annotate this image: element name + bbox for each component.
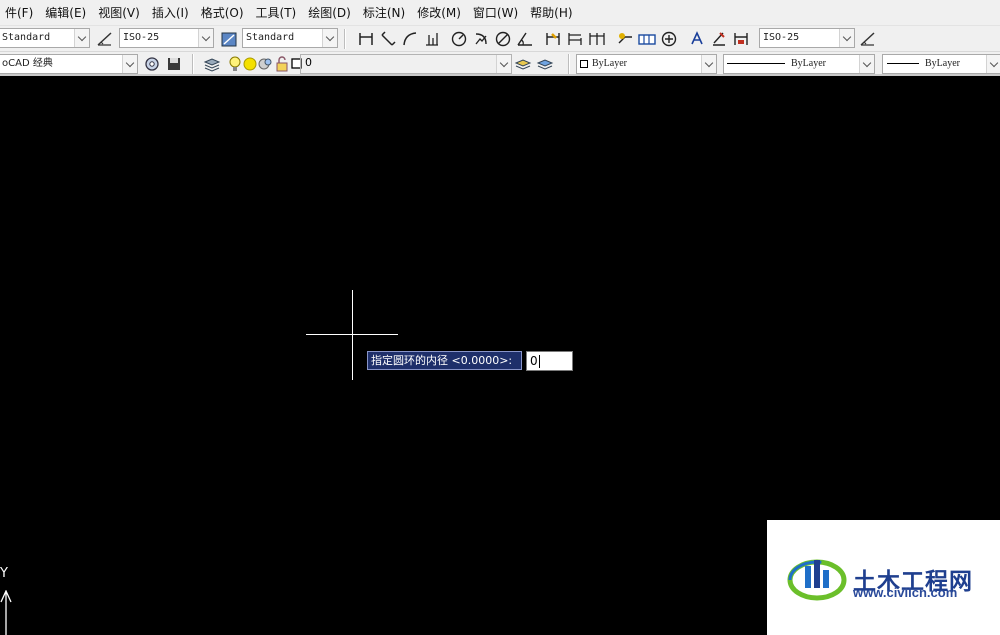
dim-aligned-icon[interactable] xyxy=(378,29,398,49)
text-style-combo[interactable]: Standard xyxy=(0,28,90,48)
menu-format[interactable]: 格式(O) xyxy=(196,4,251,21)
chevron-down-icon[interactable] xyxy=(859,55,874,73)
workspace-settings-icon[interactable] xyxy=(142,54,162,74)
workspace-combo[interactable]: oCAD 经典 xyxy=(0,54,138,74)
dim-ordinate-icon[interactable] xyxy=(422,29,442,49)
table-style-value: Standard xyxy=(246,32,295,43)
layer-previous-icon[interactable] xyxy=(535,54,555,74)
styles-toolbar: Standard ISO-25 Standard ISO-25 xyxy=(0,26,1000,52)
linetype-preview xyxy=(727,63,785,65)
color-combo[interactable]: ByLayer xyxy=(576,54,717,74)
chevron-down-icon[interactable] xyxy=(122,55,137,73)
save-workspace-icon[interactable] xyxy=(164,54,184,74)
dynamic-input-value: 0 xyxy=(530,354,538,368)
crosshair-vertical xyxy=(352,290,353,380)
color-swatch xyxy=(580,59,588,68)
text-style-value: Standard xyxy=(2,32,51,43)
tolerance-icon[interactable] xyxy=(637,29,657,49)
menu-dimension[interactable]: 标注(N) xyxy=(358,4,412,21)
dim-style-manager-icon[interactable] xyxy=(858,29,878,49)
watermark: 土木工程网 www.civilcn.com xyxy=(767,520,1000,635)
menu-draw[interactable]: 绘图(D) xyxy=(303,4,358,21)
toolbar-separator xyxy=(344,29,346,49)
menu-bar: 件(F) 编辑(E) 视图(V) 插入(I) 格式(O) 工具(T) 绘图(D)… xyxy=(0,0,1000,26)
toolbar-separator xyxy=(192,54,194,74)
mleader-style-value: ISO-25 xyxy=(763,32,800,43)
toolbar-separator xyxy=(568,54,570,74)
chevron-down-icon[interactable] xyxy=(322,29,337,47)
dim-jogged-icon[interactable] xyxy=(471,29,491,49)
dim-angular-icon[interactable] xyxy=(515,29,535,49)
ucs-axis-icon xyxy=(0,590,12,635)
dim-style-icon[interactable] xyxy=(95,29,115,49)
dynamic-input-prompt: 指定圆环的内径 <0.0000>: xyxy=(367,351,522,370)
menu-edit[interactable]: 编辑(E) xyxy=(40,4,93,21)
dim-continue-icon[interactable] xyxy=(587,29,607,49)
dim-arc-icon[interactable] xyxy=(400,29,420,49)
layer-combo[interactable] xyxy=(300,54,512,74)
dim-text-edit-icon[interactable] xyxy=(709,29,729,49)
watermark-logo-icon xyxy=(787,559,847,601)
dim-edit-icon[interactable] xyxy=(687,29,707,49)
chevron-down-icon[interactable] xyxy=(839,29,854,47)
text-caret xyxy=(538,355,540,368)
dynamic-input-field[interactable]: 0 xyxy=(526,351,573,371)
menu-file[interactable]: 件(F) xyxy=(0,4,40,21)
watermark-url: www.civilcn.com xyxy=(853,585,958,600)
center-mark-icon[interactable] xyxy=(659,29,679,49)
menu-view[interactable]: 视图(V) xyxy=(93,4,147,21)
menu-insert[interactable]: 插入(I) xyxy=(147,4,196,21)
chevron-down-icon[interactable] xyxy=(701,55,716,73)
dim-update-icon[interactable] xyxy=(731,29,751,49)
quick-leader-icon[interactable] xyxy=(615,29,635,49)
chevron-down-icon[interactable] xyxy=(74,29,89,47)
menu-modify[interactable]: 修改(M) xyxy=(412,4,468,21)
chevron-down-icon[interactable] xyxy=(198,29,213,47)
chevron-down-icon[interactable] xyxy=(986,55,1000,73)
workspace-value: oCAD 经典 xyxy=(2,58,53,69)
dim-style-value: ISO-25 xyxy=(123,32,160,43)
chevron-down-icon[interactable] xyxy=(496,55,511,73)
lineweight-value: ByLayer xyxy=(925,58,960,69)
mleader-style-combo[interactable]: ISO-25 xyxy=(759,28,855,48)
table-style-icon[interactable] xyxy=(219,29,239,49)
dim-radius-icon[interactable] xyxy=(449,29,469,49)
linetype-combo[interactable]: ByLayer xyxy=(723,54,875,74)
linetype-value: ByLayer xyxy=(791,58,826,69)
lineweight-combo[interactable]: ByLayer xyxy=(882,54,1000,74)
dim-linear-icon[interactable] xyxy=(356,29,376,49)
menu-window[interactable]: 窗口(W) xyxy=(468,4,525,21)
lineweight-preview xyxy=(887,63,919,65)
make-current-layer-icon[interactable] xyxy=(513,54,533,74)
dim-diameter-icon[interactable] xyxy=(493,29,513,49)
ucs-y-label: Y xyxy=(0,566,8,581)
menu-help[interactable]: 帮助(H) xyxy=(525,4,579,21)
color-value: ByLayer xyxy=(592,58,627,69)
dim-style-combo[interactable]: ISO-25 xyxy=(119,28,214,48)
menu-tools[interactable]: 工具(T) xyxy=(251,4,304,21)
layer-properties-icon[interactable] xyxy=(202,54,222,74)
table-style-combo[interactable]: Standard xyxy=(242,28,338,48)
layers-properties-toolbar: oCAD 经典 0 ByLayer ByLayer ByLayer xyxy=(0,52,1000,76)
quick-dim-icon[interactable] xyxy=(543,29,563,49)
dim-baseline-icon[interactable] xyxy=(565,29,585,49)
